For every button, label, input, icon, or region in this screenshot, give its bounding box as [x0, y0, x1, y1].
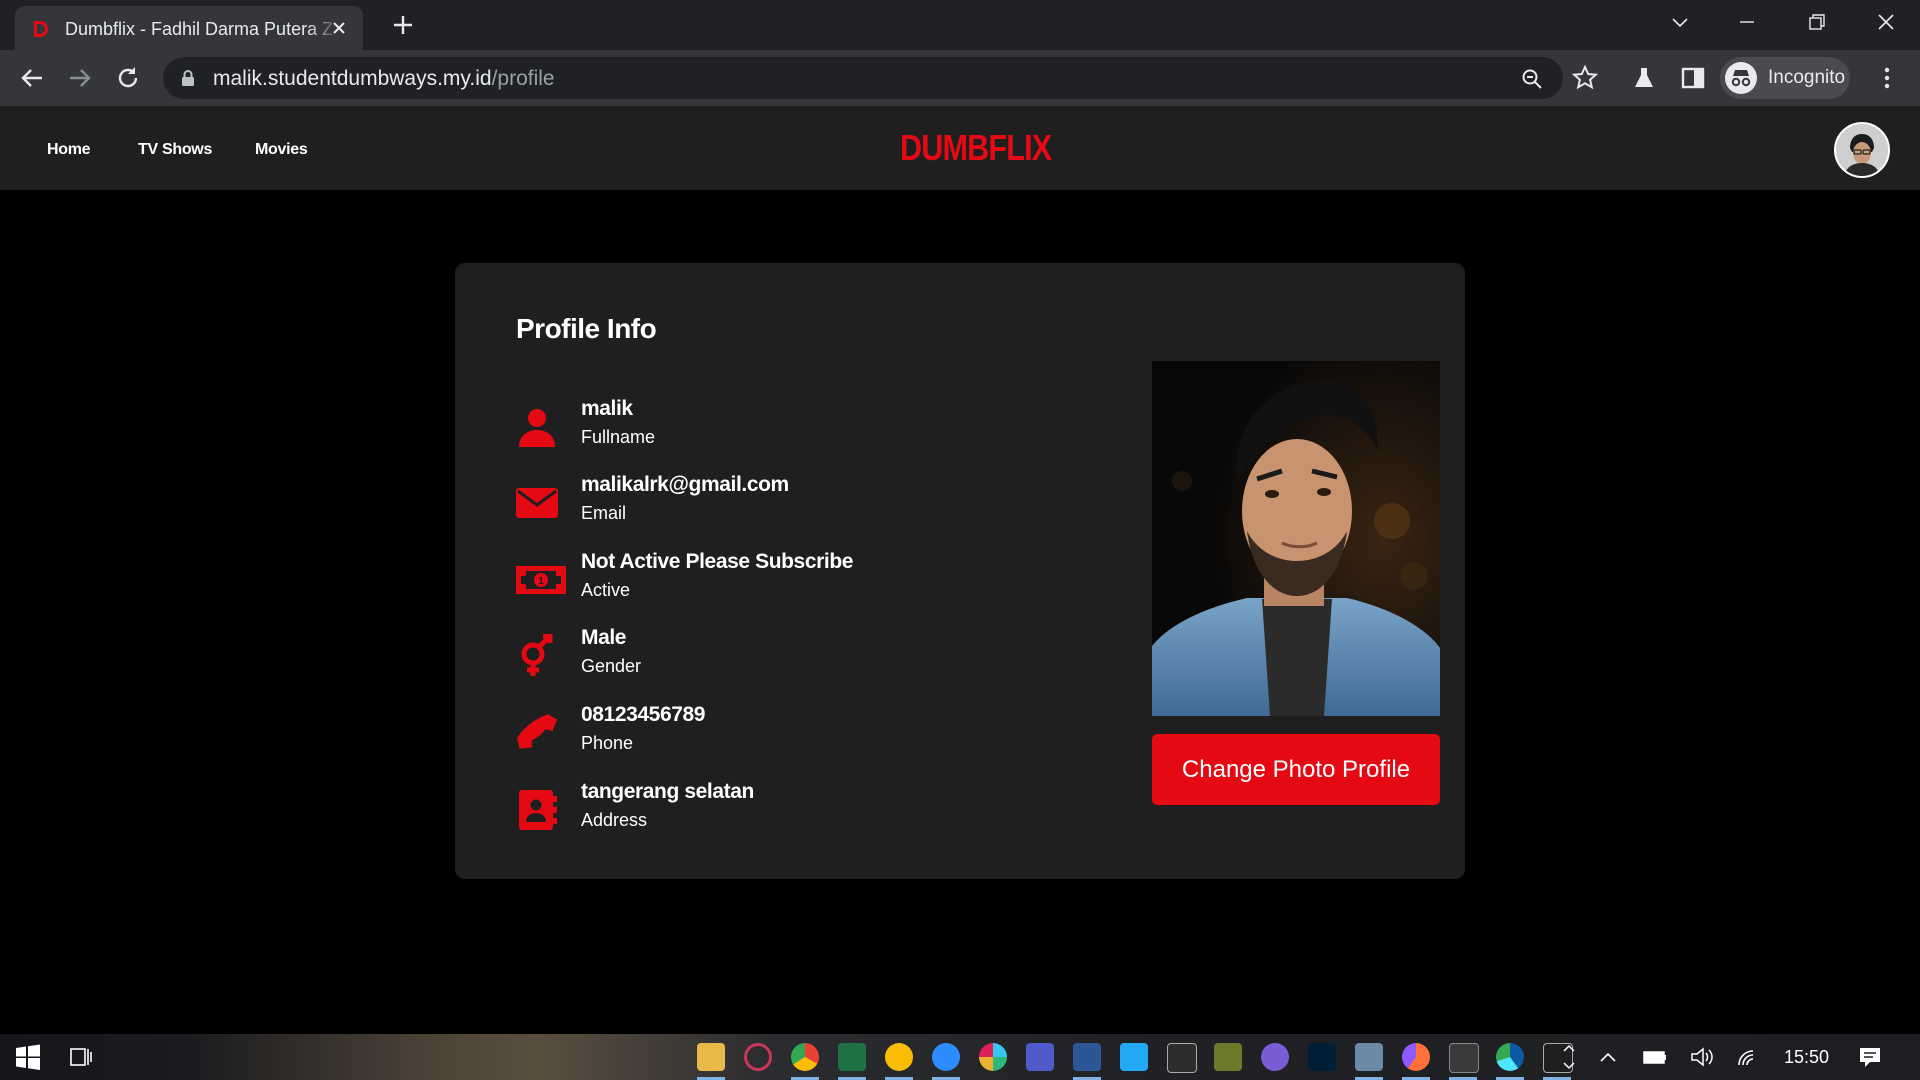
chevron-up-icon[interactable]	[1594, 1043, 1622, 1071]
gender-value: Male	[581, 626, 627, 649]
terminal-icon[interactable]	[1167, 1043, 1197, 1073]
back-arrow-icon[interactable]	[18, 64, 46, 92]
close-window-icon[interactable]	[1866, 8, 1906, 38]
email-label: Email	[581, 503, 627, 523]
profile-row-gender: Male Gender	[515, 626, 1075, 686]
url-path: /profile	[491, 67, 555, 90]
profile-row-email: malikalrk@gmail.com Email	[515, 473, 1075, 533]
excel-icon[interactable]	[838, 1043, 866, 1071]
menu-kebab-icon[interactable]	[1873, 64, 1901, 92]
user-avatar[interactable]	[1834, 122, 1890, 178]
teams-icon[interactable]	[1026, 1043, 1054, 1071]
address-label: Address	[581, 810, 648, 830]
chrome-icon[interactable]	[791, 1043, 819, 1071]
app-icon[interactable]	[744, 1043, 772, 1071]
app-icon[interactable]	[1355, 1043, 1383, 1071]
file-explorer-icon[interactable]	[697, 1043, 725, 1071]
url-text[interactable]: malik.studentdumbways.my.id/profile	[213, 67, 555, 91]
restore-icon[interactable]	[1796, 8, 1836, 38]
tab-title: Dumbflix - Fadhil Darma Putera Z	[65, 19, 334, 39]
zoom-app-icon[interactable]	[932, 1043, 960, 1071]
new-tab-icon[interactable]	[390, 12, 416, 38]
phone-icon	[517, 714, 558, 749]
active-status-value: Not Active Please Subscribe	[581, 550, 854, 573]
svg-text:1: 1	[538, 576, 544, 587]
envelope-icon	[516, 488, 558, 518]
incognito-profile-button[interactable]: Incognito	[1720, 57, 1850, 99]
browser-tab[interactable]: Dumbflix - Fadhil Darma Putera Z	[15, 6, 363, 50]
user-icon	[519, 409, 555, 447]
browser-tab-strip: Dumbflix - Fadhil Darma Putera Z	[0, 0, 1920, 50]
taskbar-scroll-icon[interactable]	[1560, 1043, 1578, 1071]
url-host: malik.studentdumbways.my.id	[213, 67, 492, 90]
forward-arrow-icon[interactable]	[66, 64, 94, 92]
address-bar[interactable]: malik.studentdumbways.my.id/profile	[163, 57, 1563, 99]
incognito-label: Incognito	[1768, 67, 1846, 88]
labs-flask-icon[interactable]	[1630, 64, 1658, 92]
nav-tvshows-link[interactable]: TV Shows	[138, 141, 212, 159]
wifi-icon[interactable]	[1735, 1043, 1763, 1071]
dumbflix-favicon-icon	[34, 21, 48, 37]
github-desktop-icon[interactable]	[1261, 1043, 1289, 1071]
gender-icon	[521, 634, 553, 676]
address-book-icon	[519, 790, 557, 830]
profile-row-address: tangerang selatan Address	[515, 780, 1075, 840]
money-bill-icon: 1	[516, 566, 566, 594]
profile-row-active: 1 Not Active Please Subscribe Active	[515, 550, 1075, 610]
dumbflix-logo[interactable]: DUMBFLIX	[900, 127, 1052, 169]
minimize-icon[interactable]	[1727, 8, 1767, 38]
profile-card: Profile Info malik Fullname malikalrk@gm…	[455, 263, 1465, 879]
incognito-icon	[1725, 62, 1757, 94]
photoshop-icon[interactable]	[1308, 1043, 1336, 1071]
windows-start-icon[interactable]	[14, 1043, 42, 1071]
avatar-photo-icon	[1836, 124, 1888, 176]
vscode-icon[interactable]	[1120, 1043, 1148, 1071]
app-icon[interactable]	[1214, 1043, 1242, 1071]
profile-photo	[1152, 361, 1440, 716]
phone-value: 08123456789	[581, 703, 706, 726]
fullname-label: Fullname	[581, 427, 656, 447]
phone-label: Phone	[581, 733, 634, 753]
slack-icon[interactable]	[979, 1043, 1007, 1071]
tab-search-icon[interactable]	[1660, 8, 1700, 38]
powershell-icon[interactable]	[1073, 1043, 1101, 1071]
nav-movies-link[interactable]: Movies	[255, 141, 308, 159]
lock-icon[interactable]	[181, 69, 195, 87]
notifications-icon[interactable]	[1856, 1043, 1884, 1071]
task-view-icon[interactable]	[66, 1043, 94, 1071]
bookmark-star-icon[interactable]	[1571, 64, 1599, 92]
profile-row-fullname: malik Fullname	[515, 397, 1075, 457]
gender-label: Gender	[581, 656, 642, 676]
firefox-icon[interactable]	[1402, 1043, 1430, 1071]
change-photo-profile-button[interactable]: Change Photo Profile	[1152, 734, 1440, 805]
clock-time[interactable]: 15:50	[1784, 1047, 1829, 1068]
profile-row-phone: 08123456789 Phone	[515, 703, 1075, 763]
battery-icon[interactable]	[1641, 1043, 1669, 1071]
windows-taskbar: 15:50	[0, 1034, 1920, 1080]
zoom-icon[interactable]	[1521, 68, 1543, 90]
browser-toolbar: malik.studentdumbways.my.id/profile Inco…	[0, 50, 1920, 106]
chrome-canary-icon[interactable]	[885, 1043, 913, 1071]
email-value: malikalrk@gmail.com	[581, 473, 789, 496]
tab-close-icon[interactable]	[329, 18, 349, 38]
nav-home-link[interactable]: Home	[47, 141, 91, 159]
reload-icon[interactable]	[114, 64, 142, 92]
profile-photo-image	[1152, 361, 1440, 716]
site-header: Home TV Shows Movies DUMBFLIX	[0, 106, 1920, 190]
side-panel-icon[interactable]	[1679, 64, 1707, 92]
fullname-value: malik	[581, 397, 633, 420]
volume-icon[interactable]	[1688, 1043, 1716, 1071]
kali-icon[interactable]	[1449, 1043, 1479, 1073]
profile-info-title: Profile Info	[516, 313, 657, 344]
address-value: tangerang selatan	[581, 780, 754, 803]
edge-icon[interactable]	[1496, 1043, 1524, 1071]
active-status-label: Active	[581, 580, 631, 600]
